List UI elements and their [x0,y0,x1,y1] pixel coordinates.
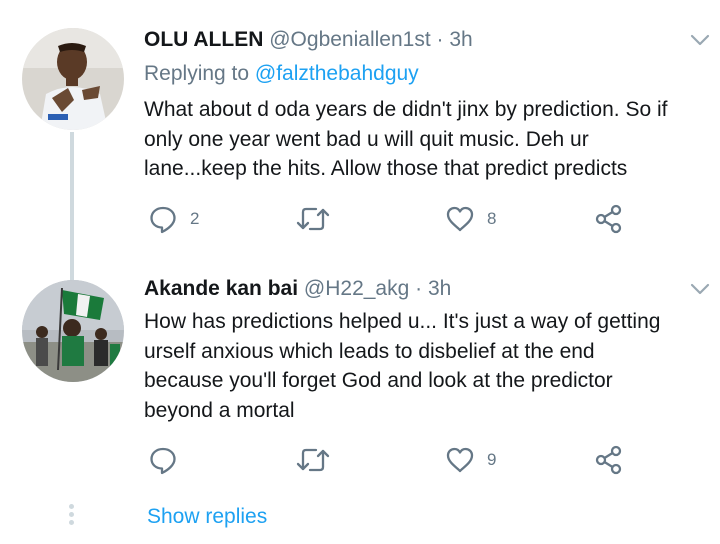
tweet[interactable]: OLU ALLEN @Ogbeniallen1st · 3h Replying … [0,0,720,262]
tweet-text-line: beyond a mortal [144,398,295,422]
reply-button[interactable] [148,440,190,480]
tweet-actions: 9 [0,440,720,480]
user-handle[interactable]: @H22_akg [304,277,409,300]
replying-to: Replying to @falzthebahdguy [144,61,419,87]
like-count: 9 [487,450,497,469]
tweet-text: How has predictions helped u... It's jus… [144,307,714,425]
tweet[interactable]: Akande kan bai @H22_akg · 3h How has pre… [0,262,720,492]
share-button[interactable] [594,199,624,239]
replying-mention-link[interactable]: @falzthebahdguy [255,62,419,85]
tweet-text-line: because you'll forget God and look at th… [144,369,613,392]
like-button[interactable]: 8 [445,199,496,239]
avatar[interactable] [22,280,124,382]
tweet-text-line: urself anxious which leads to disbelief … [144,339,595,363]
user-handle[interactable]: @Ogbeniallen1st [269,28,430,51]
avatar-image [22,28,124,130]
timestamp[interactable]: 3h [428,277,451,300]
like-button[interactable]: 9 [445,440,496,480]
tweet-header: Akande kan bai @H22_akg · 3h [144,276,451,302]
share-button[interactable] [594,440,624,480]
show-replies-link[interactable]: Show replies [147,505,267,529]
share-icon [595,204,622,234]
timestamp[interactable]: 3h [449,28,472,51]
more-replies-dots [69,504,75,528]
tweet-text: What about d oda years de didn't jinx by… [144,95,714,184]
tweet-header: OLU ALLEN @Ogbeniallen1st · 3h [144,27,473,53]
tweet-text-line: only one year went bad u will quit music… [144,127,589,151]
share-icon [595,445,622,475]
tweet-actions: 2 8 [0,199,720,239]
separator-dot: · [415,277,423,300]
reply-icon [150,447,176,475]
avatar[interactable] [22,28,124,130]
reply-button[interactable]: 2 [148,199,199,239]
retweet-icon [296,448,330,472]
display-name[interactable]: OLU ALLEN [144,28,263,51]
like-icon [446,447,474,473]
retweet-icon [296,207,330,231]
avatar-image [22,280,124,382]
reply-icon [150,206,176,234]
caret-down-icon[interactable] [690,33,710,49]
reply-count: 2 [190,209,200,228]
tweet-text-line: What about d oda years de didn't jinx by… [144,98,668,121]
display-name[interactable]: Akande kan bai [144,277,298,300]
retweet-button[interactable] [296,440,342,480]
like-count: 8 [487,209,497,228]
separator-dot: · [436,28,444,51]
tweet-text-line: How has predictions helped u... It's jus… [144,310,661,333]
tweet-text-line: lane...keep the hits. Allow those that p… [144,157,628,180]
retweet-button[interactable] [296,199,342,239]
caret-down-icon[interactable] [690,282,710,298]
like-icon [446,206,474,232]
replying-prefix: Replying to [144,62,250,85]
